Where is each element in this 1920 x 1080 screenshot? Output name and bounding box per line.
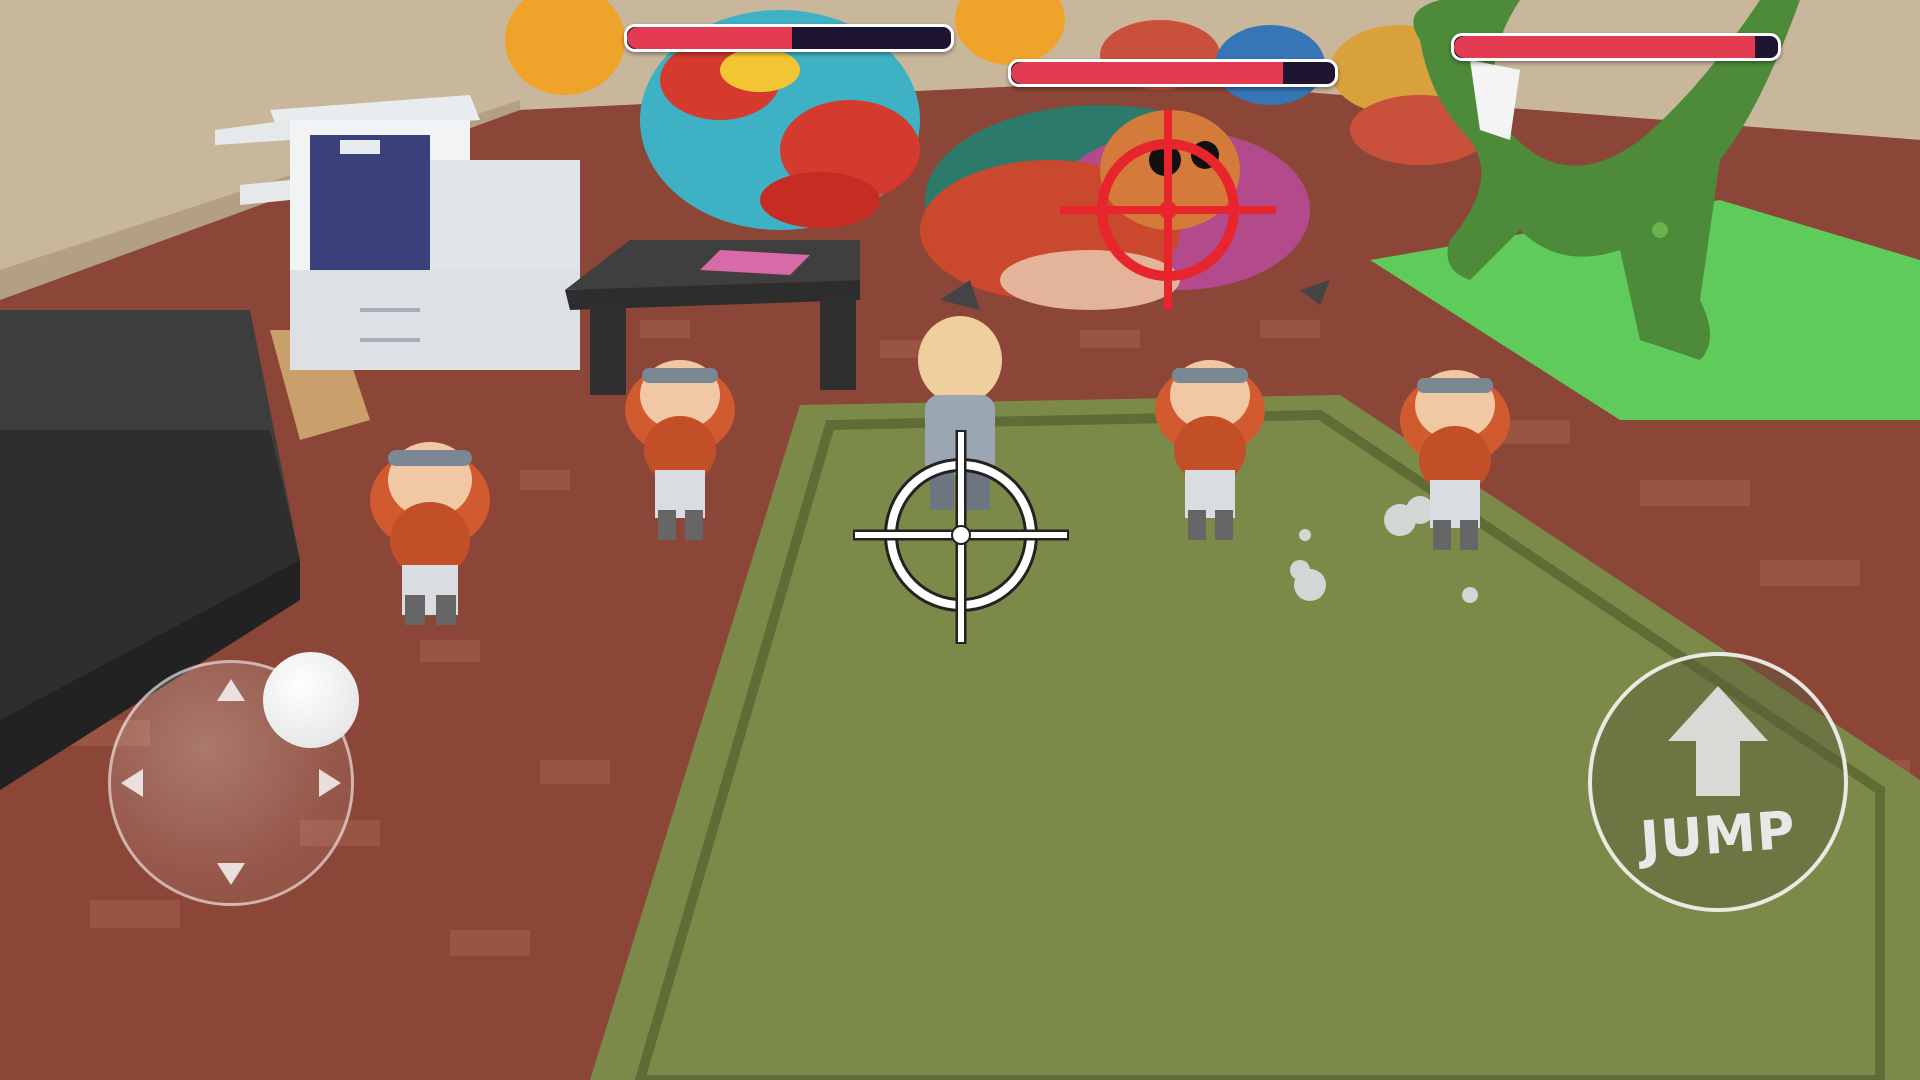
up-arrow-icon bbox=[1668, 686, 1768, 796]
jump-label: JUMP bbox=[1638, 800, 1798, 872]
enemy-health-bar-1 bbox=[624, 24, 954, 52]
arrow-right-icon bbox=[319, 769, 341, 797]
crosshair-icon bbox=[853, 430, 1069, 644]
joystick-knob[interactable] bbox=[263, 652, 359, 748]
jump-button[interactable]: JUMP bbox=[1588, 652, 1848, 912]
arrow-up-icon bbox=[217, 679, 245, 701]
enemy-health-bar-3 bbox=[1451, 33, 1781, 61]
enemy-health-fill bbox=[1011, 62, 1284, 84]
enemy-health-bar-2 bbox=[1008, 59, 1338, 87]
enemy-health-fill bbox=[627, 27, 793, 49]
target-crosshair-icon bbox=[1060, 110, 1276, 310]
arrow-left-icon bbox=[121, 769, 143, 797]
arrow-down-icon bbox=[217, 863, 245, 885]
enemy-health-fill bbox=[1454, 36, 1756, 58]
